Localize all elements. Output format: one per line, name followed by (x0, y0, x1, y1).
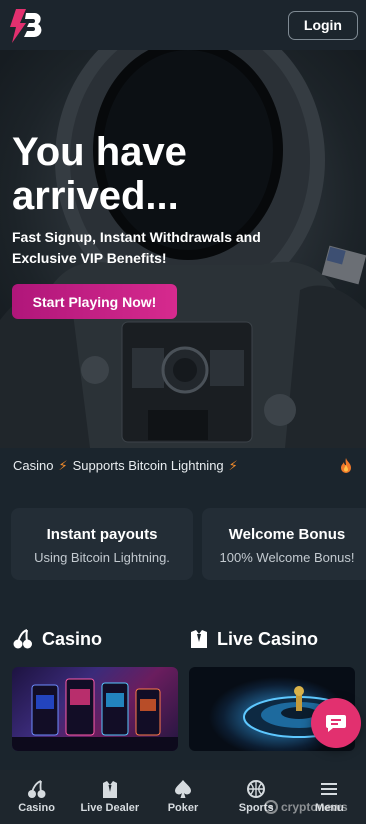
spade-icon (175, 780, 191, 798)
live-dealer-icon (191, 630, 207, 648)
live-dealer-icon (102, 781, 117, 798)
section-casino-label: Casino (42, 628, 103, 649)
feature-card-title: Instant payouts (46, 526, 158, 543)
feature-card-instant-payouts: Instant payouts Using Bitcoin Lightning. (11, 508, 193, 580)
hero-banner: You have arrived... Fast Signup, Instant… (0, 50, 366, 448)
feature-card-text: Using Bitcoin Lightning. (34, 550, 170, 565)
ticker-item-casino: Casino (13, 458, 54, 473)
section-live-casino-label: Live Casino (217, 628, 319, 649)
brand-logo[interactable] (6, 5, 46, 45)
watermark-logo-icon (264, 800, 278, 814)
start-playing-button[interactable]: Start Playing Now! (12, 284, 177, 319)
nav-casino-label: Casino (18, 802, 55, 814)
slot-machines-image (12, 678, 178, 751)
watermark-text: cryptonews (281, 800, 348, 814)
nav-live-dealer[interactable]: Live Dealer (73, 770, 146, 824)
chat-button[interactable] (311, 698, 361, 748)
ticker-item-lightning: Supports Bitcoin Lightning (72, 458, 224, 473)
section-live-casino-heading[interactable]: Live Casino (189, 628, 318, 650)
nav-casino[interactable]: Casino (0, 770, 73, 824)
cherries-icon (13, 629, 32, 649)
nav-menu[interactable]: Menu (293, 770, 366, 824)
hero-subtitle: Fast Signup, Instant Withdrawals and Exc… (12, 229, 261, 266)
nav-live-dealer-label: Live Dealer (80, 802, 140, 814)
lightning-icon: ⚡ (228, 457, 238, 473)
cherries-icon (27, 780, 46, 798)
hero-title: You have arrived... (12, 130, 187, 218)
hamburger-icon (321, 783, 338, 795)
section-casino-heading[interactable]: Casino (12, 628, 102, 650)
bottom-nav: Casino Live Dealer Poker Sports Menu (0, 770, 366, 824)
feature-card-title: Welcome Bonus (228, 526, 346, 543)
fire-icon (341, 458, 351, 473)
login-button[interactable]: Login (287, 10, 358, 40)
nav-sports[interactable]: Sports (220, 770, 293, 824)
chat-icon (326, 715, 346, 732)
casino-game-thumbnail[interactable] (12, 667, 178, 751)
nav-poker[interactable]: Poker (146, 770, 219, 824)
feature-card-welcome-bonus: Welcome Bonus 100% Welcome Bonus! (202, 508, 366, 580)
basketball-icon (247, 780, 266, 798)
lightning-icon: ⚡ (58, 457, 68, 473)
nav-poker-label: Poker (167, 802, 199, 814)
top-header: Login (0, 0, 366, 50)
page: Login You have arrived... Fast Signup, I… (0, 0, 366, 824)
feature-card-text: 100% Welcome Bonus! (219, 550, 355, 565)
ticker-bar: Casino ⚡ Supports Bitcoin Lightning ⚡ (0, 448, 366, 483)
watermark: cryptonews (264, 800, 348, 814)
